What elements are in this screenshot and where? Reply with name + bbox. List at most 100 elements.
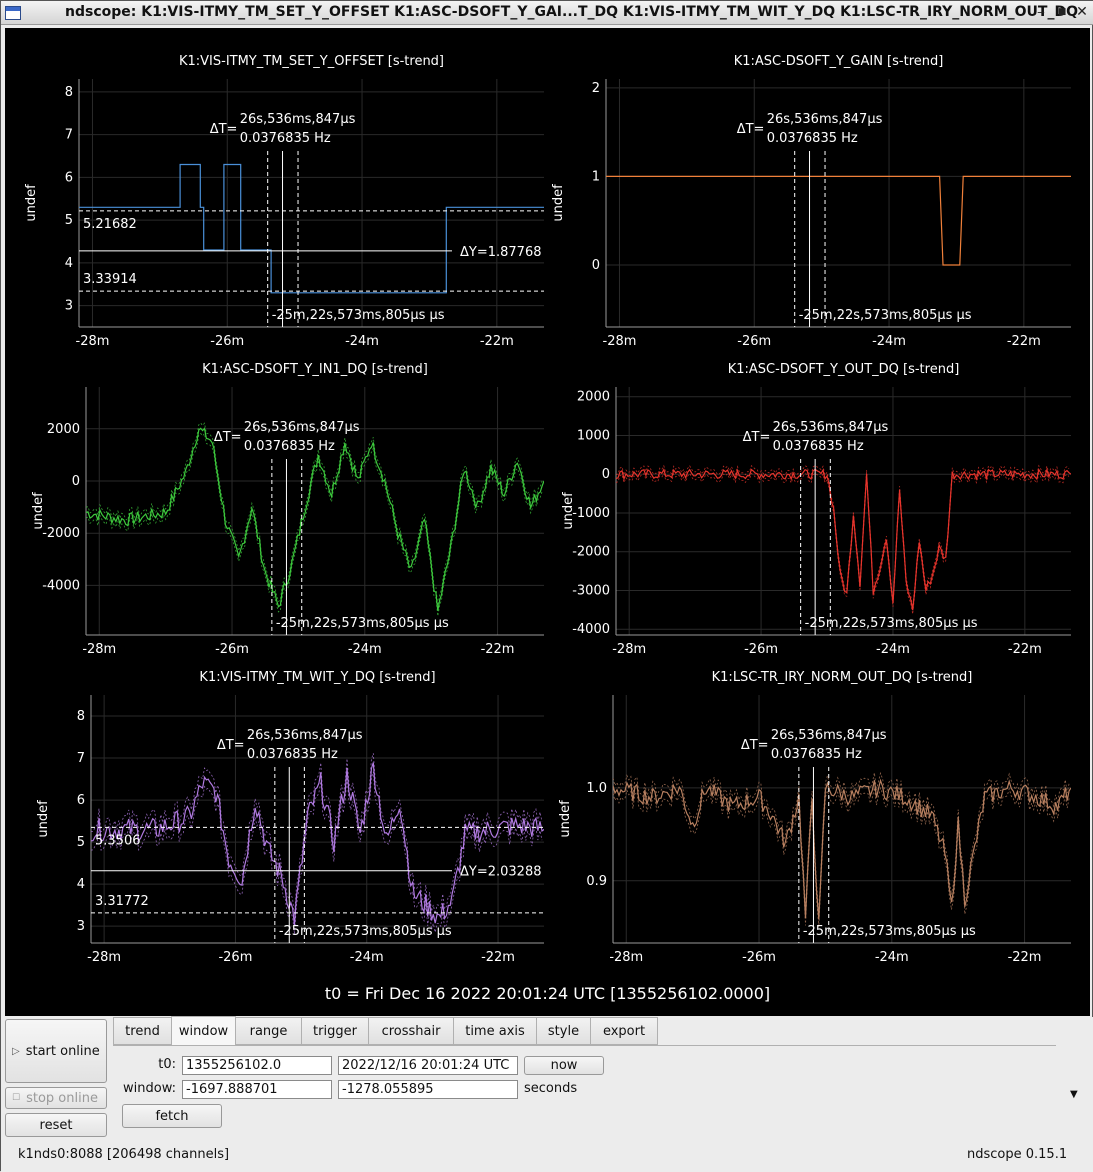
plots-canvas[interactable]: K1:VIS-ITMY_TM_SET_Y_OFFSET [s-trend] und…: [5, 28, 1090, 1016]
y-axis-label: undef: [36, 800, 51, 838]
y-tick-label: 6: [65, 170, 73, 185]
plot-panel-4: K1:ASC-DSOFT_Y_OUT_DQ [s-trend]undef-28m…: [561, 362, 1071, 657]
y-tick-label: 2000: [577, 390, 610, 405]
x-tick-label: -24m: [345, 334, 379, 349]
y-tick-label: -4000: [572, 622, 610, 637]
y-tick-label: 1.0: [586, 781, 607, 796]
window-start-input[interactable]: -1697.888701: [182, 1080, 332, 1099]
y-tick-label: 5: [65, 213, 73, 228]
tab-range[interactable]: range: [235, 1017, 302, 1045]
y-axis-label: undef: [558, 800, 573, 838]
y-tick-label: 3: [77, 919, 85, 934]
y-tick-label: 3: [65, 299, 73, 314]
window-field-label: window:: [123, 1081, 176, 1096]
tab-bar: trend window range trigger crosshair time axi…: [113, 1016, 1063, 1047]
delta-t-frequency: 0.0376835 Hz: [771, 747, 862, 762]
y-cursor-lower-label: 3.33914: [83, 272, 137, 287]
y-tick-label: -2000: [42, 526, 80, 541]
delta-t-frequency: 0.0376835 Hz: [767, 131, 858, 146]
y-tick-label: 4: [77, 877, 85, 892]
tab-time-axis[interactable]: time axis: [453, 1017, 537, 1045]
y-tick-label: -1000: [572, 506, 610, 521]
maximize-icon[interactable]: ■: [1054, 4, 1070, 20]
x-tick-label: -22m: [481, 642, 515, 657]
delta-t-value: 26s,536ms,847µs: [767, 112, 883, 127]
delta-t-frequency: 0.0376835 Hz: [773, 439, 864, 454]
delta-t-value: 26s,536ms,847µs: [773, 420, 889, 435]
y-tick-label: 2000: [47, 422, 80, 437]
series-min-line: [86, 432, 543, 617]
x-tick-label: -22m: [481, 950, 515, 965]
x-tick-label: -24m: [872, 334, 906, 349]
y-tick-label: 5: [77, 835, 85, 850]
plot-title: K1:LSC-TR_IRY_NORM_OUT_DQ [s-trend]: [712, 670, 973, 685]
play-icon: ▷: [12, 1045, 20, 1057]
scroll-down-icon[interactable]: ▼: [1070, 1089, 1078, 1100]
plot-title: K1:ASC-DSOFT_Y_GAIN [s-trend]: [734, 54, 944, 69]
start-online-label: start online: [25, 1043, 100, 1059]
y-tick-label: 2: [592, 81, 600, 96]
y-tick-label: 8: [77, 709, 85, 724]
tab-window[interactable]: window: [171, 1016, 236, 1046]
y-tick-label: 8: [65, 85, 73, 100]
plot-area[interactable]: K1:VIS-ITMY_TM_SET_Y_OFFSET [s-trend] und…: [5, 28, 1090, 1016]
minimize-icon[interactable]: ‒: [1033, 4, 1049, 20]
x-tick-label: -22m: [480, 334, 514, 349]
close-icon[interactable]: ✕: [1074, 4, 1090, 20]
tab-trigger[interactable]: trigger: [301, 1017, 369, 1045]
plot-panel-1: K1:VIS-ITMY_TM_SET_Y_OFFSET [s-trend] und…: [24, 54, 544, 349]
x-tick-label: -26m: [210, 334, 244, 349]
y-tick-label: 1000: [577, 428, 610, 443]
tab-divider: [113, 1045, 1056, 1046]
plot-panel-6: K1:LSC-TR_IRY_NORM_OUT_DQ [s-trend] undef…: [558, 670, 1071, 965]
y-tick-label: -3000: [572, 583, 610, 598]
x-tick-label: -28m: [609, 950, 643, 965]
delta-t-label: ΔT=: [741, 738, 769, 753]
x-tick-label: -26m: [737, 334, 771, 349]
fetch-button[interactable]: fetch: [122, 1104, 222, 1128]
stop-online-button[interactable]: ☐ stop online: [5, 1087, 107, 1109]
y-axis-label: undef: [31, 492, 46, 530]
x-tick-label: -28m: [612, 642, 646, 657]
tab-style[interactable]: style: [536, 1017, 591, 1045]
delta-t-value: 26s,536ms,847µs: [247, 728, 363, 743]
server-status: k1nds0:8088 [206498 channels]: [18, 1147, 230, 1162]
delta-t-frequency: 0.0376835 Hz: [244, 439, 335, 454]
t0-utc-input[interactable]: 2022/12/16 20:01:24 UTC: [338, 1056, 518, 1075]
y-tick-label: 0: [602, 467, 610, 482]
window-end-input[interactable]: -1278.055895: [338, 1080, 518, 1099]
delta-t-frequency: 0.0376835 Hz: [247, 747, 338, 762]
y-tick-label: 1: [592, 169, 600, 184]
x-tick-label: -22m: [1008, 950, 1042, 965]
series-min-line: [613, 786, 1070, 927]
x-tick-label: -24m: [348, 642, 382, 657]
title-bar[interactable]: ndscope: K1:VIS-ITMY_TM_SET_Y_OFFSET K1:…: [1, 1, 1093, 25]
x-tick-label: -28m: [87, 950, 121, 965]
plot-title: K1:VIS-ITMY_TM_SET_Y_OFFSET [s-trend]: [179, 54, 444, 69]
tab-trend[interactable]: trend: [113, 1017, 172, 1045]
delta-t-label: ΔT=: [210, 122, 238, 137]
plot-title: K1:VIS-ITMY_TM_WIT_Y_DQ [s-trend]: [199, 670, 435, 685]
delta-y-label: ΔY=1.87768: [460, 245, 542, 260]
y-axis-label: undef: [24, 184, 39, 222]
plot-panel-3: K1:ASC-DSOFT_Y_IN1_DQ [s-trend] undef -28m…: [31, 362, 544, 657]
y-tick-label: 4: [65, 256, 73, 271]
delta-y-label: ΔY=2.03288: [460, 865, 542, 880]
tab-crosshair[interactable]: crosshair: [368, 1017, 454, 1045]
app-icon: [5, 6, 21, 20]
y-tick-label: 0: [72, 474, 80, 489]
delta-t-label: ΔT=: [737, 122, 765, 137]
start-online-button[interactable]: ▷ start online: [5, 1019, 107, 1083]
series-line: [79, 163, 544, 294]
t0-gps-input[interactable]: 1355256102.0: [182, 1056, 332, 1075]
now-button[interactable]: now: [524, 1056, 604, 1075]
tab-export[interactable]: export: [590, 1017, 658, 1045]
y-tick-label: 7: [77, 751, 85, 766]
y-axis-label: undef: [551, 184, 566, 222]
x-tick-label: -22m: [1008, 642, 1042, 657]
reset-button[interactable]: reset: [5, 1113, 107, 1137]
stop-icon: ☐: [12, 1093, 21, 1103]
cursor-time-readout: -25m,22s,573ms,805µs µs: [279, 924, 452, 939]
x-tick-label: -26m: [744, 642, 778, 657]
x-tick-label: -28m: [82, 642, 116, 657]
